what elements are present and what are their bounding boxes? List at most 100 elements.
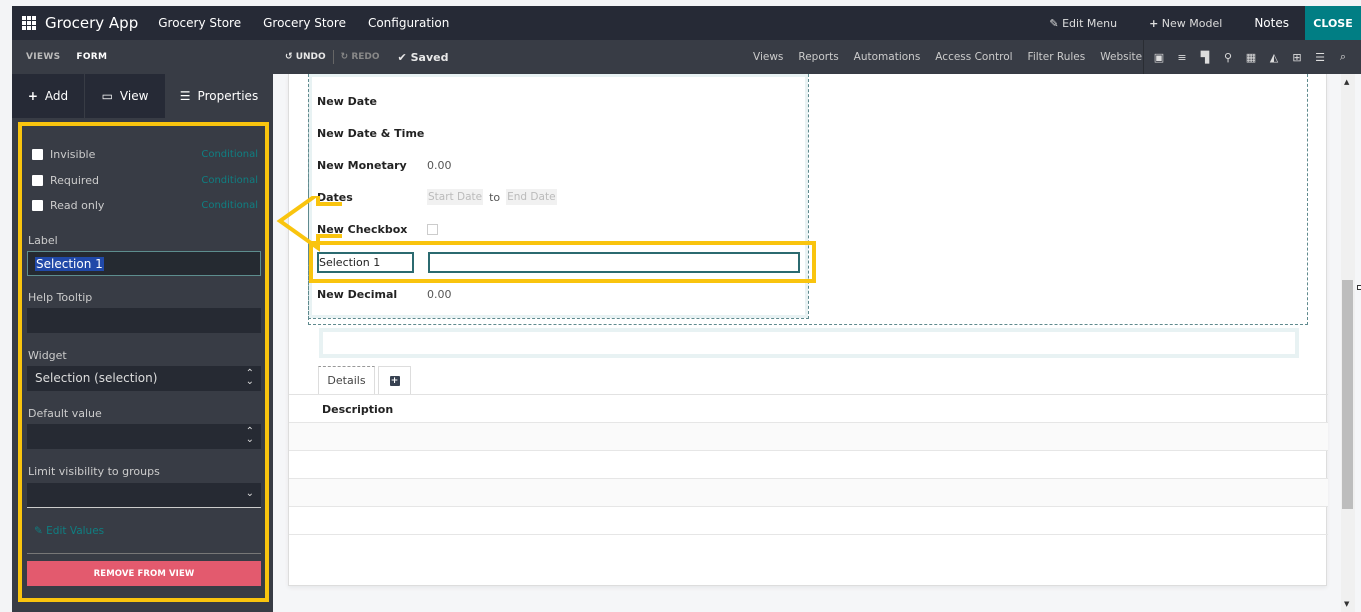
divider [289, 394, 1328, 395]
field-new-monetary[interactable]: New Monetary 0.00 [317, 154, 452, 176]
notebook-tabs: Details + [318, 366, 411, 394]
link-website[interactable]: Website [1100, 51, 1142, 63]
undo-icon: ↺ [285, 52, 293, 62]
form-view-icon[interactable]: ▣ [1152, 51, 1166, 64]
undo-button[interactable]: ↺ UNDO [285, 52, 326, 62]
app-name[interactable]: Grocery App [45, 14, 138, 32]
edit-menu-label: Edit Menu [1062, 16, 1118, 30]
remove-from-view-button[interactable]: REMOVE FROM VIEW [27, 561, 261, 586]
field-dates[interactable]: Dates Start Date to End Date [317, 186, 557, 208]
saved-status: ✔ Saved [398, 51, 449, 64]
tab-details[interactable]: Details [318, 366, 375, 394]
widget-select[interactable]: Selection (selection) ⌃ ⌄ [27, 366, 261, 391]
label-input-value: Selection 1 [35, 257, 104, 271]
link-filter-rules[interactable]: Filter Rules [1028, 51, 1086, 63]
edit-values-link[interactable]: ✎ Edit Values [34, 525, 104, 537]
readonly-label: Read only [50, 199, 105, 212]
app-window: Grocery App Grocery Store Grocery Store … [12, 6, 1361, 612]
menu-grocery-store-2[interactable]: Grocery Store [263, 16, 346, 30]
scroll-up-arrow-icon[interactable]: ▲ [1344, 78, 1349, 86]
apps-grid-icon[interactable] [22, 16, 36, 30]
add-tab-button[interactable]: + [378, 366, 411, 394]
help-tooltip-input[interactable] [27, 308, 261, 333]
annotation-arrow-icon [276, 196, 342, 252]
top-navbar: Grocery App Grocery Store Grocery Store … [12, 6, 1361, 40]
calendar-view-icon[interactable]: ▦ [1244, 51, 1258, 64]
monitor-icon: ▭ [101, 89, 113, 103]
link-access-control[interactable]: Access Control [935, 51, 1012, 63]
notes-button[interactable]: Notes [1254, 16, 1289, 30]
description-label: Description [322, 403, 394, 416]
new-checkbox-input[interactable] [427, 223, 438, 235]
end-date-input[interactable]: End Date [506, 189, 557, 205]
field-new-decimal[interactable]: New Decimal 0.00 [317, 283, 452, 305]
close-button[interactable]: CLOSE [1305, 6, 1361, 40]
scroll-thumb[interactable] [1342, 280, 1353, 509]
form-canvas: New Date New Date & Time New Monetary 0.… [288, 74, 1328, 586]
kanban-view-icon[interactable]: ▜ [1198, 51, 1212, 64]
pencil-icon: ✎ [34, 525, 43, 537]
field-new-date-time[interactable]: New Date & Time [317, 122, 427, 144]
list-row [289, 506, 1328, 534]
tab-properties[interactable]: ☰ Properties [165, 74, 273, 118]
pencil-icon: ✎ [1049, 16, 1059, 30]
invisible-row: Invisible Conditional [32, 148, 258, 161]
field-value: 0.00 [427, 158, 452, 172]
properties-sidebar: + Add ▭ View ☰ Properties Invisible Cond… [12, 74, 273, 612]
edit-menu-button[interactable]: ✎ Edit Menu [1049, 17, 1117, 30]
activity-view-icon[interactable]: ☰ [1313, 51, 1327, 64]
to-label: to [489, 190, 501, 204]
groups-select[interactable]: ⌄ [27, 483, 261, 508]
widget-label: Widget [28, 349, 67, 362]
redo-icon: ↻ [340, 52, 349, 62]
search-icon[interactable]: ⌕ [1336, 50, 1350, 64]
invisible-checkbox[interactable] [32, 149, 43, 160]
invisible-conditional-link[interactable]: Conditional [201, 149, 258, 160]
list-view-icon[interactable]: ≡ [1175, 51, 1189, 64]
tab-view-label: View [119, 89, 149, 103]
map-view-icon[interactable]: ⚲ [1221, 51, 1235, 64]
plus-square-icon: + [389, 375, 400, 386]
properties-panel-highlight: Invisible Conditional Required Condition… [18, 122, 269, 602]
readonly-checkbox[interactable] [32, 200, 43, 211]
label-input[interactable]: Selection 1 [27, 251, 261, 276]
tab-add[interactable]: + Add [12, 74, 84, 118]
edit-values-label: Edit Values [46, 525, 105, 537]
new-model-label: New Model [1161, 16, 1223, 30]
saved-label: Saved [410, 50, 449, 64]
groups-label: Limit visibility to groups [28, 465, 160, 478]
required-conditional-link[interactable]: Conditional [201, 175, 258, 186]
invisible-label: Invisible [50, 148, 96, 161]
link-automations[interactable]: Automations [854, 51, 921, 63]
field-label: New Date & Time [317, 126, 425, 140]
link-views[interactable]: Views [753, 51, 783, 63]
required-checkbox[interactable] [32, 175, 43, 186]
list-row [289, 450, 1328, 478]
field-label: New Date [317, 94, 377, 108]
tab-view[interactable]: ▭ View [84, 74, 165, 118]
menu-grocery-store-1[interactable]: Grocery Store [158, 16, 241, 30]
field-label: New Decimal [317, 287, 398, 301]
menu-configuration[interactable]: Configuration [368, 16, 449, 30]
default-value-select[interactable]: ⌃ ⌄ [27, 424, 261, 449]
studio-toolbar: VIEWS FORM ↺ UNDO ↻ REDO ✔ Saved Views R… [12, 40, 1361, 74]
breadcrumb-views[interactable]: VIEWS [26, 52, 60, 62]
tab-properties-label: Properties [197, 89, 259, 103]
list-row [289, 478, 1328, 506]
scroll-down-arrow-icon[interactable]: ▼ [1344, 600, 1349, 608]
field-value: 0.00 [427, 287, 452, 301]
updown-chevron-icon: ⌃ ⌄ [245, 426, 254, 445]
graph-view-icon[interactable]: ◭ [1267, 51, 1281, 64]
vertical-scrollbar[interactable]: ▲ ▼ [1341, 74, 1355, 612]
link-reports[interactable]: Reports [798, 51, 838, 63]
notebook-dropzone [319, 328, 1299, 358]
redo-button[interactable]: ↻ REDO [341, 52, 380, 62]
start-date-input[interactable]: Start Date [427, 189, 484, 205]
redo-label: REDO [351, 52, 380, 62]
pivot-view-icon[interactable]: ⊞ [1290, 51, 1304, 64]
readonly-conditional-link[interactable]: Conditional [201, 200, 258, 211]
divider [332, 50, 334, 64]
breadcrumb-form: FORM [76, 52, 108, 62]
new-model-button[interactable]: + New Model [1149, 17, 1222, 30]
field-new-date[interactable]: New Date [317, 90, 427, 112]
